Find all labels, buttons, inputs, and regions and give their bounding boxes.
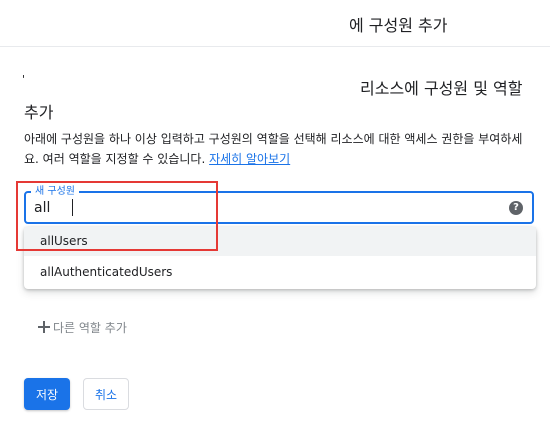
panel-header: 에 구성원 추가 — [0, 0, 550, 47]
suggestion-dropdown: allUsers allAuthenticatedUsers — [24, 227, 536, 289]
learn-more-link[interactable]: 자세히 알아보기 — [209, 152, 290, 166]
add-role-button[interactable]: 다른 역할 추가 — [38, 318, 127, 336]
panel-title: 에 구성원 추가 — [349, 16, 448, 35]
help-icon[interactable]: ? — [509, 201, 523, 215]
section-title-continued: 추가 — [24, 103, 54, 122]
description: 아래에 구성원을 하나 이상 입력하고 구성원의 역할을 선택해 리소스에 대한… — [24, 129, 534, 169]
suggestion-all-users[interactable]: allUsers — [24, 227, 536, 256]
suggestion-all-authenticated-users[interactable]: allAuthenticatedUsers — [24, 258, 536, 287]
section-title: 리소스에 구성원 및 역할 — [360, 79, 523, 98]
new-member-input[interactable] — [34, 197, 474, 219]
save-button[interactable]: 저장 — [24, 378, 70, 410]
new-member-field[interactable]: ? — [24, 191, 534, 224]
text-artifact: ' — [22, 73, 26, 86]
cancel-button[interactable]: 취소 — [83, 378, 129, 410]
add-role-label: 다른 역할 추가 — [53, 320, 127, 335]
plus-icon — [38, 321, 50, 333]
new-member-label: 새 구성원 — [31, 182, 79, 197]
text-caret — [72, 199, 73, 216]
